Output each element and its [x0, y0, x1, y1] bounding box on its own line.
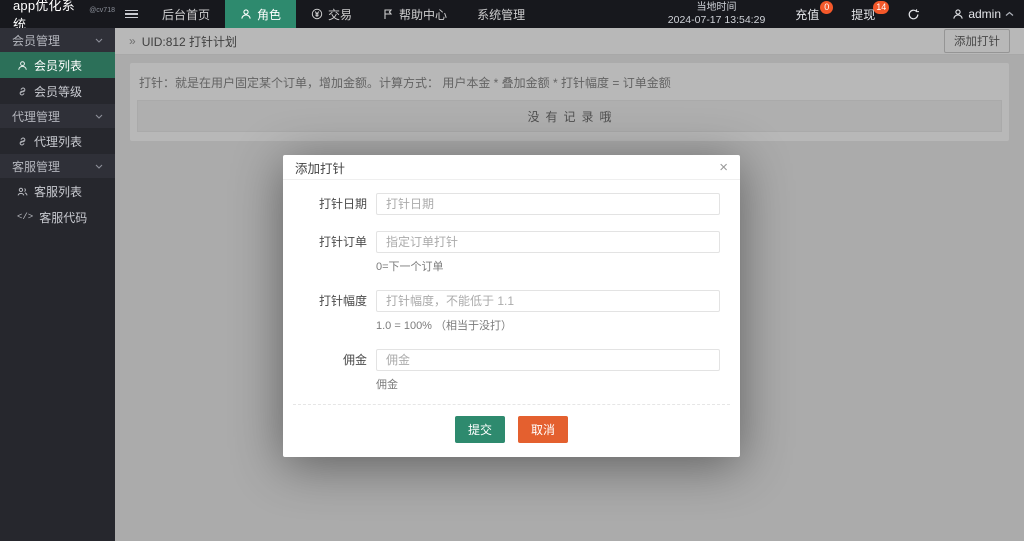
app-version-badge: @cv718	[89, 7, 115, 14]
close-icon[interactable]: ×	[719, 160, 728, 175]
link-icon	[17, 136, 28, 147]
commission-helper-text: 佣金	[376, 379, 398, 391]
ratio-helper-text: 1.0 = 100% （相当于没打）	[376, 320, 513, 332]
nav-item-trade[interactable]: 交易	[296, 0, 367, 28]
chevron-down-icon	[95, 38, 103, 43]
link-icon	[17, 86, 28, 97]
refresh-icon[interactable]	[891, 0, 936, 28]
withdraw-badge: 14	[873, 1, 890, 14]
ratio-label: 打针幅度	[318, 294, 367, 308]
date-label: 打针日期	[318, 197, 367, 211]
app-logo: app优化系统 @cv718	[0, 0, 115, 32]
sidebar-item-agent-list[interactable]: 代理列表	[0, 128, 115, 154]
cancel-button[interactable]: 取消	[518, 416, 569, 443]
nav-item-system[interactable]: 系统管理	[462, 0, 540, 28]
commission-input[interactable]	[376, 349, 720, 371]
sidebar-item-member-level[interactable]: 会员等级	[0, 78, 115, 104]
nav-item-home[interactable]: 后台首页	[147, 0, 225, 28]
recharge-badge: 0	[820, 1, 834, 14]
order-input[interactable]	[376, 231, 720, 253]
user-menu[interactable]: admin	[936, 0, 1024, 28]
order-label: 打针订单	[318, 235, 367, 249]
sidebar-group-agents[interactable]: 代理管理	[0, 104, 115, 128]
modal-title: 添加打针	[295, 161, 346, 176]
topbar-right: 当地时间 2024-07-17 13:54:29 充值 0 提现 14 admi…	[654, 0, 1024, 28]
coin-icon	[311, 8, 323, 20]
recharge-button[interactable]: 充值 0	[779, 0, 835, 28]
form-row-order: 打针订单 0=下一个订单	[309, 231, 720, 274]
sidebar-group-support[interactable]: 客服管理	[0, 154, 115, 178]
main-nav: 后台首页 角色 交易 帮助中心 系统管理	[115, 0, 540, 28]
nav-item-help[interactable]: 帮助中心	[367, 0, 462, 28]
hamburger-icon[interactable]	[115, 0, 147, 28]
modal-footer: 提交 取消	[293, 404, 730, 457]
sidebar-item-support-code[interactable]: </> 客服代码	[0, 204, 115, 230]
form-row-ratio: 打针幅度 1.0 = 100% （相当于没打）	[309, 290, 720, 333]
local-time-label: 当地时间	[696, 2, 737, 13]
form-row-commission: 佣金 佣金	[309, 349, 720, 392]
sidebar-group-members[interactable]: 会员管理	[0, 28, 115, 52]
add-injection-modal: 添加打针 × 打针日期 打针订单 0=下一个订单 打针幅度 1.0 = 100%…	[283, 155, 740, 457]
sidebar-item-member-list[interactable]: 会员列表	[0, 52, 115, 78]
user-icon	[952, 8, 964, 20]
user-icon	[17, 60, 28, 71]
code-icon: </>	[17, 212, 34, 222]
date-input[interactable]	[376, 193, 720, 215]
modal-header: 添加打针 ×	[283, 155, 740, 180]
commission-label: 佣金	[342, 353, 367, 367]
submit-button[interactable]: 提交	[454, 416, 505, 443]
chevron-up-icon	[1005, 11, 1014, 17]
ratio-input[interactable]	[376, 290, 720, 312]
withdraw-button[interactable]: 提现 14	[835, 0, 891, 28]
chevron-down-icon	[95, 114, 103, 119]
sidebar: 会员管理 会员列表 会员等级 代理管理 代理列表 客服管理 客服列表 </> 客…	[0, 28, 115, 541]
form-row-date: 打针日期	[309, 193, 720, 215]
local-time: 当地时间 2024-07-17 13:54:29	[654, 0, 780, 28]
user-icon	[240, 8, 252, 20]
nav-item-role[interactable]: 角色	[225, 0, 297, 28]
chevron-down-icon	[95, 164, 103, 169]
sidebar-item-support-list[interactable]: 客服列表	[0, 178, 115, 204]
users-icon	[17, 186, 28, 197]
topbar: app优化系统 @cv718 后台首页 角色 交易 帮助中心 系统管理 当地时间…	[0, 0, 1024, 32]
local-time-value: 2024-07-17 13:54:29	[667, 14, 766, 26]
flag-icon	[382, 8, 394, 20]
modal-body: 打针日期 打针订单 0=下一个订单 打针幅度 1.0 = 100% （相当于没打…	[283, 180, 740, 392]
order-helper-text: 0=下一个订单	[376, 261, 444, 273]
username: admin	[968, 7, 1001, 21]
